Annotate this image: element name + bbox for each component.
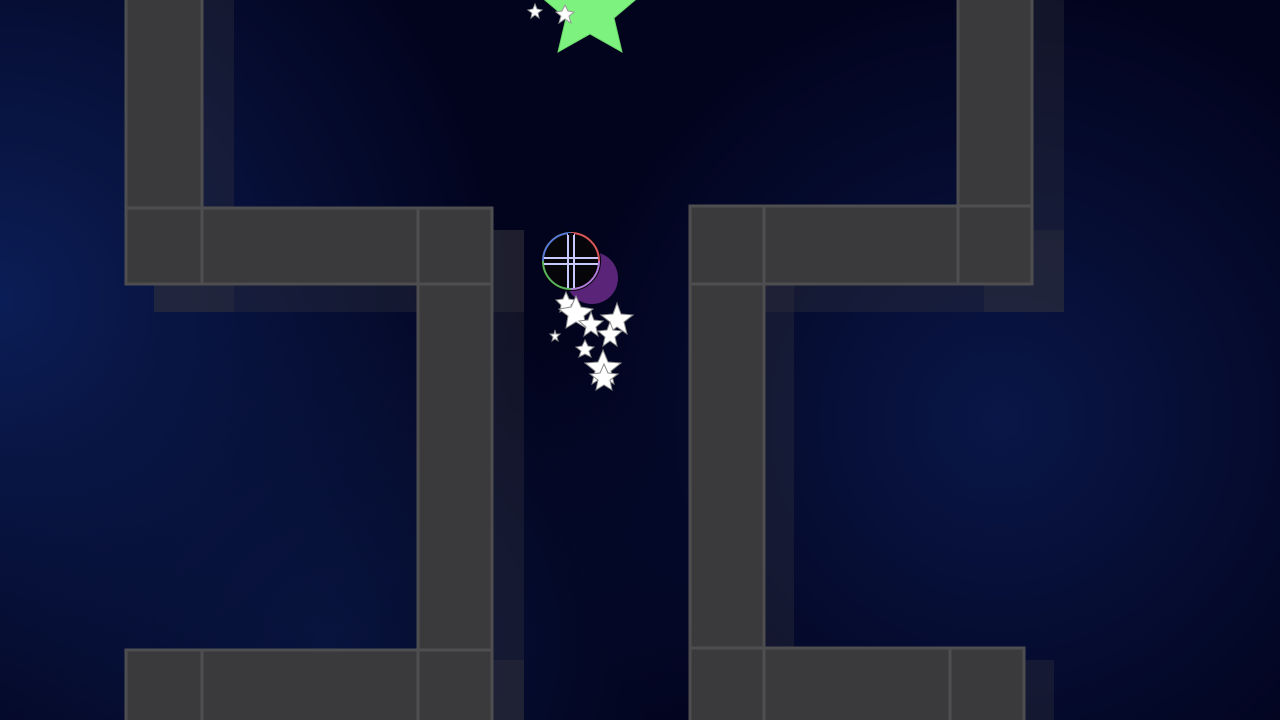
wall-block (688, 282, 766, 650)
wall-block (200, 648, 420, 720)
wall-block (762, 646, 952, 720)
wall-block (956, 0, 1034, 208)
wall-block (416, 282, 494, 652)
wall-block (416, 648, 494, 720)
wall-block (124, 648, 204, 720)
wall-block (948, 646, 1026, 720)
wall-block (956, 204, 1034, 286)
wall-block (688, 204, 766, 286)
wall-block (124, 0, 204, 210)
wall-block (200, 206, 420, 286)
wall-block (688, 646, 766, 720)
wall-block (124, 206, 204, 286)
wall-block (416, 206, 494, 286)
game-scene (0, 0, 1280, 720)
wall-block (762, 204, 960, 286)
game-stage[interactable] (0, 0, 1280, 720)
